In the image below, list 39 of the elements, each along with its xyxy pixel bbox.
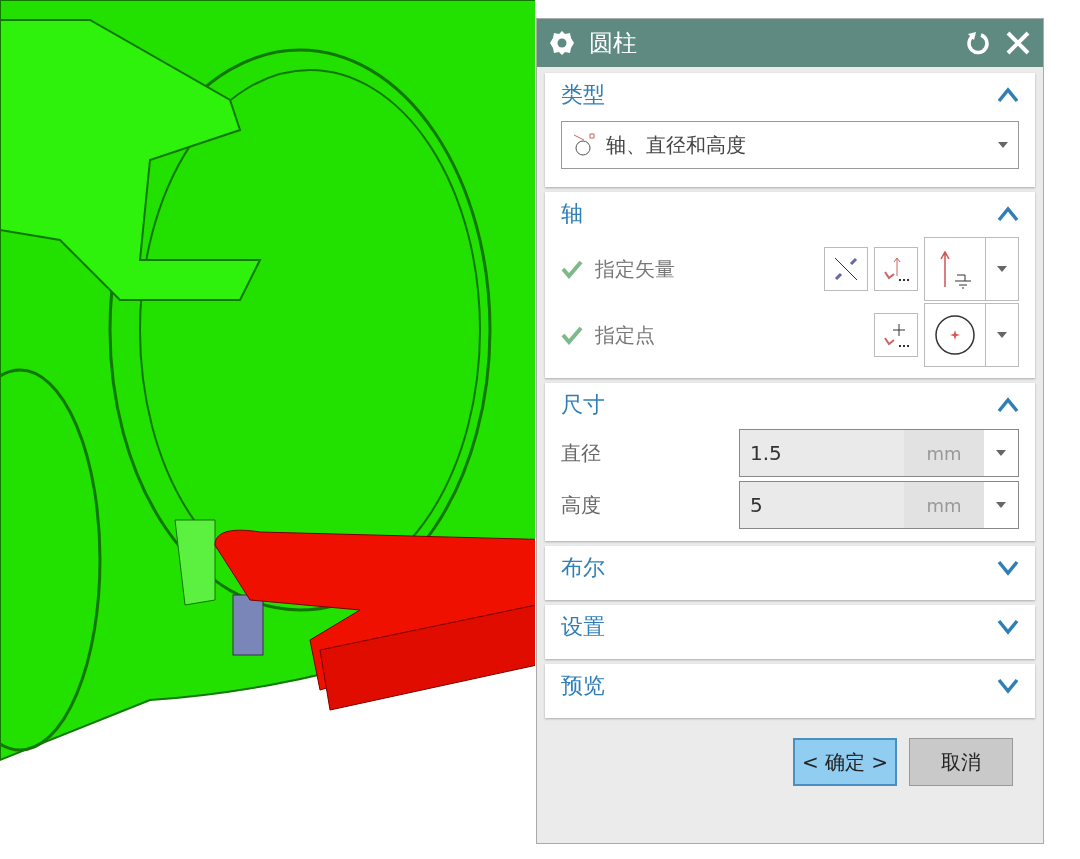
- dropdown-caret-icon[interactable]: [996, 502, 1006, 508]
- cancel-button[interactable]: 取消: [909, 738, 1013, 786]
- vector-dialog-button[interactable]: [874, 247, 918, 291]
- section-title[interactable]: 尺寸: [561, 390, 605, 420]
- dimension-field[interactable]: 5 mm: [739, 481, 1019, 529]
- section-title[interactable]: 预览: [561, 671, 605, 701]
- circle-center-icon: [933, 313, 977, 357]
- type-dropdown[interactable]: 轴、直径和高度: [561, 121, 1019, 169]
- unit-label: mm: [904, 482, 984, 528]
- dimension-field[interactable]: 1.5 mm: [739, 429, 1019, 477]
- chevron-up-icon[interactable]: [997, 87, 1019, 103]
- chevron-down-icon[interactable]: [997, 560, 1019, 576]
- section-title[interactable]: 布尔: [561, 553, 605, 583]
- chevron-down-icon[interactable]: [997, 619, 1019, 635]
- chevron-up-icon[interactable]: [997, 397, 1019, 413]
- section-title[interactable]: 设置: [561, 612, 605, 642]
- row-label: 指定点: [595, 321, 656, 349]
- field-label: 直径: [561, 439, 602, 467]
- ok-button[interactable]: < 确定 >: [793, 738, 897, 786]
- gear-icon: [549, 30, 575, 56]
- dropdown-caret-icon[interactable]: [996, 450, 1006, 456]
- dropdown-caret-icon[interactable]: [997, 266, 1007, 272]
- section-title[interactable]: 类型: [561, 80, 605, 110]
- chevron-down-icon[interactable]: [997, 678, 1019, 694]
- field-label: 高度: [561, 491, 602, 519]
- reset-icon[interactable]: [965, 30, 991, 56]
- dropdown-caret-icon[interactable]: [998, 142, 1008, 148]
- unit-label: mm: [904, 430, 984, 476]
- point-dialog-button[interactable]: [874, 313, 918, 357]
- chevron-up-icon[interactable]: [997, 206, 1019, 222]
- row-label: 指定矢量: [595, 255, 676, 283]
- point-type-dropdown[interactable]: [924, 303, 1019, 367]
- window-title: 圆柱: [589, 28, 638, 59]
- inferred-vector-button[interactable]: [824, 247, 868, 291]
- section-title[interactable]: 轴: [561, 199, 583, 229]
- close-icon[interactable]: [1005, 30, 1031, 56]
- dropdown-caret-icon[interactable]: [997, 332, 1007, 338]
- cylinder-type-icon: [572, 132, 598, 158]
- vector-type-dropdown[interactable]: [924, 237, 1019, 301]
